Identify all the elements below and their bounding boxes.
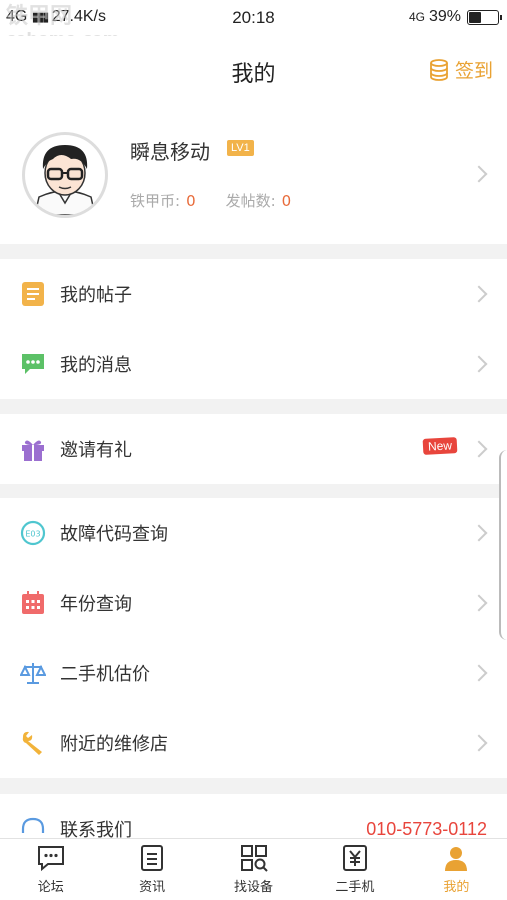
new-badge: New [422,437,458,455]
news-icon [137,844,167,872]
menu-item-repair-shops[interactable]: 附近的维修店 [0,708,507,778]
gift-icon [20,436,46,462]
error-code-icon: E03 [20,520,46,546]
chat-bubble-icon [20,351,46,377]
tab-mine[interactable]: 我的 [406,839,507,900]
menu-item-my-messages[interactable]: 我的消息 [0,329,507,399]
network-indicator-right: 4G [408,10,425,24]
chevron-right-icon [470,165,488,183]
profile-icon [441,844,471,872]
status-bar: 4G ▮▮▮ 27.4K/s 20:18 4G 39% [0,0,507,36]
menu-item-label: 年份查询 [60,594,132,615]
posts-stat: 发帖数: 0 [226,190,292,211]
menu-item-fault-code[interactable]: E03 故障代码查询 [0,498,507,568]
menu-item-label: 我的帖子 [60,285,132,306]
calendar-icon [20,590,46,616]
posts-label: 发帖数: [225,192,276,210]
status-right: 4G 39% [408,8,502,26]
tab-forum[interactable]: 论坛 [0,839,101,900]
tab-label: 资讯 [139,880,166,895]
profile-card[interactable]: 瞬息移动 LV1 铁甲币: 0 发帖数: 0 [0,104,507,244]
avatar[interactable] [22,132,108,218]
svg-text:E03: E03 [25,530,40,539]
battery-fill [469,11,481,23]
tab-find-equipment[interactable]: 找设备 [203,839,304,900]
tab-news[interactable]: 资讯 [101,839,202,900]
menu-group-invite: 邀请有礼 New [0,414,507,484]
menu-item-label: 附近的维修店 [60,734,168,755]
coin-label: 铁甲币: [130,192,181,210]
menu-item-label: 我的消息 [60,355,132,376]
tab-label: 我的 [443,880,470,895]
chevron-right-icon [470,664,488,682]
battery-percent: 39% [428,8,461,25]
menu-item-valuation[interactable]: 二手机估价 [0,638,507,708]
signin-label: 签到 [454,60,493,82]
menu-item-label: 邀请有礼 [60,440,132,461]
chevron-right-icon [470,285,488,303]
coin-stack-icon [430,58,448,81]
coin-stat: 铁甲币: 0 [130,190,196,211]
scale-icon [20,660,46,686]
username: 瞬息移动 [130,140,210,164]
battery-icon [467,9,502,25]
level-badge: LV1 [227,140,254,156]
coin-value: 0 [186,192,196,210]
menu-item-label: 故障代码查询 [60,524,168,545]
chevron-right-icon [470,355,488,373]
yuan-icon [340,844,370,872]
menu-group-tools: E03 故障代码查询 年份查询 二手机估价 附近的维修店 [0,498,507,778]
chevron-right-icon [470,734,488,752]
forum-icon [36,844,66,872]
tab-label: 找设备 [234,880,274,895]
tab-used-machines[interactable]: 二手机 [304,839,405,900]
tab-label: 论坛 [37,880,64,895]
chevron-right-icon [470,524,488,542]
menu-group-my-content: 我的帖子 我的消息 [0,259,507,399]
grid-search-icon [239,844,269,872]
chevron-right-icon [470,440,488,458]
document-icon [20,281,46,307]
tab-label: 二手机 [335,880,375,895]
signin-button[interactable]: 签到 [429,56,493,83]
chevron-right-icon [470,594,488,612]
wrench-icon [20,730,46,756]
menu-item-invite[interactable]: 邀请有礼 New [0,414,507,484]
menu-item-label: 二手机估价 [60,664,150,685]
posts-value: 0 [281,192,292,210]
contact-phone[interactable]: 010-5773-0112 [366,819,487,840]
menu-item-year-lookup[interactable]: 年份查询 [0,568,507,638]
menu-item-my-posts[interactable]: 我的帖子 [0,259,507,329]
avatar-cartoon-icon [34,145,96,215]
bottom-tab-bar: 论坛 资讯 找设备 二手机 我的 [0,838,507,900]
profile-stats: 铁甲币: 0 发帖数: 0 [130,190,291,211]
header-bar: 我的 签到 [0,36,507,104]
side-edge-handle[interactable] [499,450,507,640]
